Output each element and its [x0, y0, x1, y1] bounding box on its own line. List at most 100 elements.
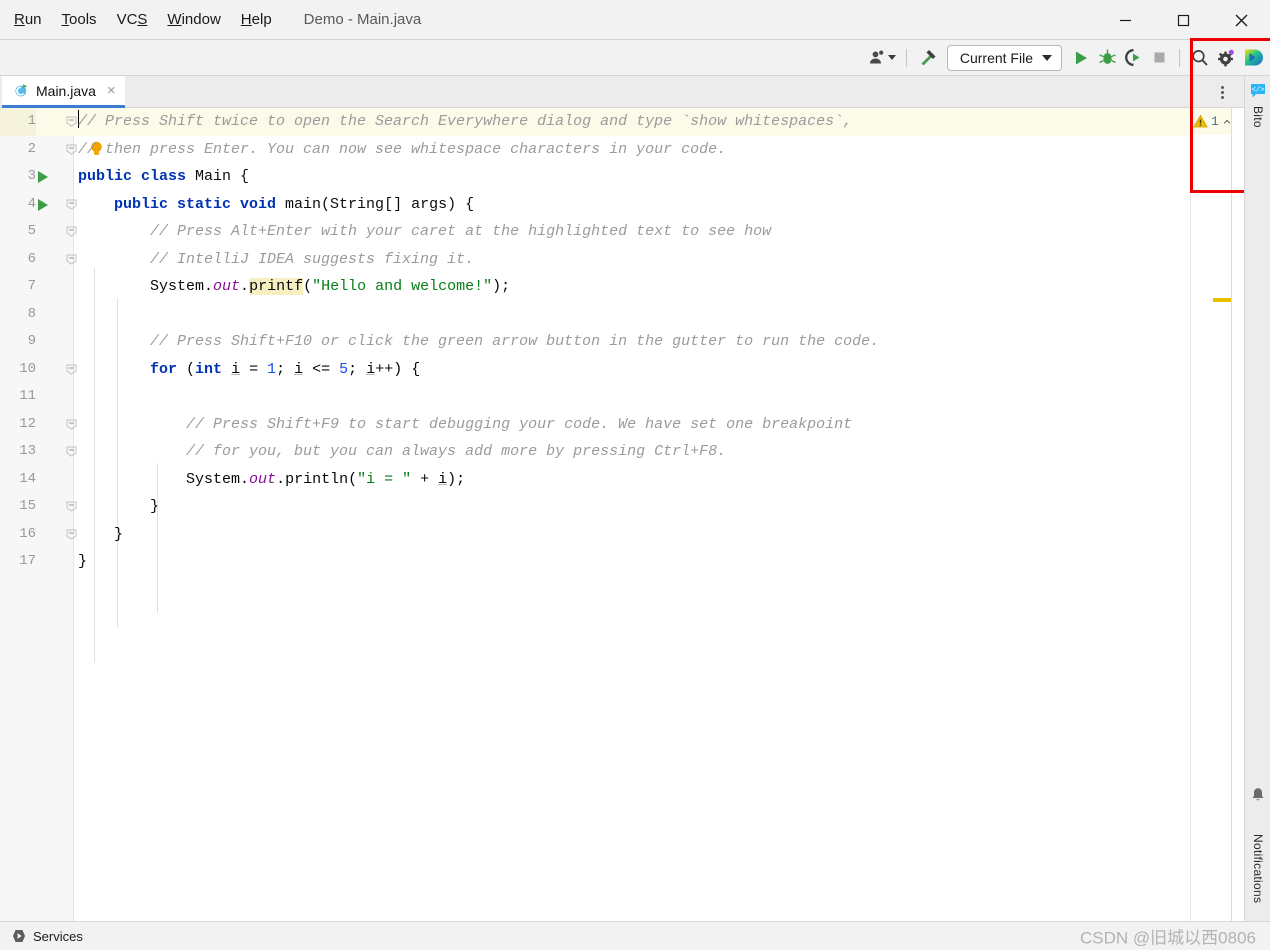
line-number: 8 — [27, 305, 36, 322]
code-text: } — [78, 553, 88, 570]
warning-triangle-icon — [1193, 114, 1208, 128]
code-text: for (int i = 1; i <= 5; i++) { — [150, 360, 421, 378]
code-text: public class Main { — [78, 168, 250, 185]
run-play-icon — [1076, 51, 1087, 64]
editor-line-10[interactable]: 10 for (int i = 1; i <= 5; i++) { — [0, 356, 1190, 384]
tab-main-java[interactable]: Main.java × — [2, 76, 125, 108]
editor-line-4[interactable]: 4 public static void main(String[] args)… — [0, 191, 1190, 219]
line-number: 10 — [19, 360, 36, 377]
menu-run[interactable]: Run — [4, 7, 52, 32]
minimize-button[interactable] — [1096, 0, 1154, 40]
fold-marker-icon[interactable] — [66, 254, 77, 265]
line-number: 12 — [19, 415, 36, 432]
search-everywhere-button[interactable] — [1187, 44, 1213, 72]
main-toolbar: Current File — [0, 40, 1270, 76]
editor-options-kebab-icon[interactable] — [1212, 82, 1232, 102]
fold-marker-icon[interactable] — [66, 529, 77, 540]
code-text: public static void main(String[] args) { — [114, 195, 475, 213]
hammer-build-icon — [921, 50, 936, 66]
debug-button[interactable] — [1094, 44, 1120, 72]
warning-marker[interactable] — [1213, 298, 1231, 302]
editor-line-17[interactable]: 17 } — [0, 548, 1190, 576]
warning-count: 1 — [1211, 114, 1219, 129]
line-number: 15 — [19, 498, 36, 514]
menu-tools[interactable]: Tools — [52, 7, 107, 32]
tab-label: Main.java — [36, 82, 96, 99]
line-number: 17 — [19, 553, 36, 569]
code-text: // then press Enter. You can now see whi… — [78, 140, 727, 158]
close-icon — [1235, 14, 1247, 26]
editor-line-5[interactable]: 5 // Press Alt+Enter with your caret at … — [0, 218, 1190, 246]
run-button[interactable] — [1068, 44, 1094, 72]
chevron-down-icon — [1042, 54, 1052, 61]
services-play-icon — [13, 930, 25, 942]
line-number: 3 — [27, 168, 36, 184]
status-bar: Services CSDN @旧城以西0806 — [0, 921, 1270, 950]
main-menu: Run Tools VCS Window Help — [0, 7, 282, 32]
editor-line-3[interactable]: 3 public class Main { — [0, 163, 1190, 191]
minimize-icon — [1119, 19, 1131, 21]
bito-tool-label[interactable]: Bito — [1251, 106, 1265, 128]
fold-marker-icon[interactable] — [66, 364, 77, 375]
stop-square-icon — [1154, 52, 1164, 63]
editor-line-8[interactable]: 8 — [0, 301, 1190, 329]
build-button[interactable] — [914, 44, 941, 72]
bito-chat-icon[interactable]: </> — [1249, 82, 1267, 100]
editor-line-13[interactable]: 13 // for you, but you can always add mo… — [0, 438, 1190, 466]
editor-line-6[interactable]: 6 // IntelliJ IDEA suggests fixing it. — [0, 246, 1190, 274]
line-number: 6 — [27, 250, 36, 267]
editor-line-7[interactable]: 7 System.out.printf("Hello and welcome!"… — [0, 273, 1190, 301]
bito-toolbar-button[interactable] — [1239, 44, 1266, 72]
editor-line-14[interactable]: 14 System.out.println("i = " + i); — [0, 466, 1190, 494]
window-title: Demo - Main.java — [303, 11, 422, 28]
run-method-gutter-icon[interactable] — [38, 198, 48, 211]
inspection-strip: 1 — [1190, 108, 1245, 921]
editor-line-15[interactable]: 15 } — [0, 493, 1190, 521]
code-text: // IntelliJ IDEA suggests fixing it. — [78, 250, 475, 268]
toolbar-separator — [1179, 48, 1180, 67]
editor-scrollbar-markers[interactable] — [1213, 108, 1244, 921]
line-number: 14 — [19, 470, 36, 487]
debug-bug-icon — [1098, 49, 1116, 64]
menu-window[interactable]: Window — [157, 7, 230, 32]
line-number: 4 — [27, 195, 36, 212]
warning-badge[interactable]: 1 — [1191, 114, 1219, 129]
fold-marker-icon[interactable] — [66, 226, 77, 237]
editor-line-12[interactable]: 12 // Press Shift+F9 to start debugging … — [0, 411, 1190, 439]
account-button[interactable] — [865, 44, 899, 72]
close-button[interactable] — [1212, 0, 1270, 40]
editor-line-11[interactable]: 11 — [0, 383, 1190, 411]
editor-line-9[interactable]: 9 // Press Shift+F10 or click the green … — [0, 328, 1190, 356]
editor-line-16[interactable]: 16 } — [0, 521, 1190, 549]
fold-marker-icon[interactable] — [66, 199, 77, 210]
code-text: // Press Alt+Enter with your caret at th… — [78, 223, 772, 240]
notifications-tool-label[interactable]: Notifications — [1251, 834, 1265, 903]
editor-line-2[interactable]: 2 // then press Enter. You can now see w… — [0, 136, 1190, 164]
gear-settings-icon — [1218, 49, 1234, 66]
line-number: 16 — [19, 525, 36, 542]
run-class-gutter-icon[interactable] — [38, 171, 48, 183]
services-label: Services — [33, 928, 83, 944]
fold-marker-icon[interactable] — [66, 144, 77, 155]
fold-marker-icon[interactable] — [66, 419, 77, 430]
toolbar-separator — [905, 48, 907, 67]
stop-button[interactable] — [1146, 44, 1172, 72]
run-with-coverage-button[interactable] — [1120, 44, 1146, 72]
maximize-button[interactable] — [1154, 0, 1212, 40]
svg-text:</>: </> — [1252, 87, 1265, 95]
services-button[interactable]: Services — [0, 929, 83, 944]
menu-vcs[interactable]: VCS — [107, 7, 158, 32]
code-editor[interactable]: 1 // Press Shift twice to open the Searc… — [0, 108, 1190, 921]
menu-help[interactable]: Help — [231, 7, 282, 32]
code-text: // Press Shift+F9 to start debugging you… — [78, 415, 853, 433]
fold-marker-icon[interactable] — [66, 116, 77, 127]
fold-marker-icon[interactable] — [66, 446, 77, 457]
settings-button[interactable] — [1213, 44, 1239, 72]
run-configuration-selector[interactable]: Current File — [946, 44, 1062, 71]
line-number: 7 — [27, 278, 36, 294]
bell-notifications-icon[interactable] — [1251, 787, 1265, 803]
fold-marker-icon[interactable] — [66, 501, 77, 512]
tab-close-icon[interactable]: × — [103, 82, 116, 99]
editor-line-1[interactable]: 1 // Press Shift twice to open the Searc… — [0, 108, 1190, 136]
csdn-watermark: CSDN @旧城以西0806 — [1080, 928, 1256, 948]
